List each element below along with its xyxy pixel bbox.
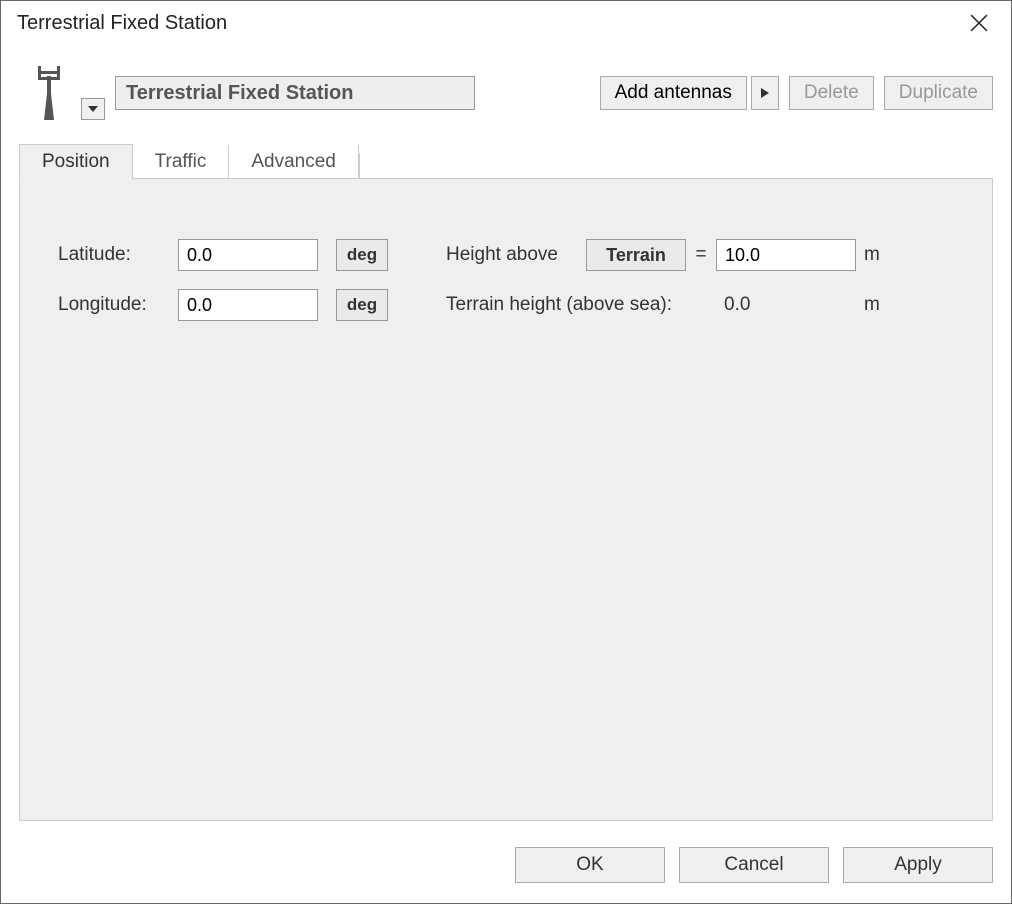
terrain-height-value: 0.0 xyxy=(716,294,856,316)
close-button[interactable] xyxy=(959,5,999,41)
longitude-unit-button[interactable]: deg xyxy=(336,289,388,321)
height-unit-label: m xyxy=(856,244,886,266)
content-area: Terrestrial Fixed Station Add antennas D… xyxy=(1,45,1011,831)
chevron-down-icon xyxy=(88,106,98,112)
latitude-unit-button[interactable]: deg xyxy=(336,239,388,271)
height-above-label: Height above xyxy=(446,244,586,266)
equals-label: = xyxy=(686,244,716,266)
tab-position[interactable]: Position xyxy=(19,144,133,180)
station-type-dropdown[interactable] xyxy=(81,98,105,120)
height-reference-button[interactable]: Terrain xyxy=(586,239,686,271)
dialog-footer: OK Cancel Apply xyxy=(1,831,1011,903)
terrain-height-label: Terrain height (above sea): xyxy=(446,294,716,316)
tab-end-separator xyxy=(359,153,360,179)
duplicate-button[interactable]: Duplicate xyxy=(884,76,993,110)
position-panel: Latitude: deg Height above Terrain = m L… xyxy=(19,178,993,821)
latitude-label: Latitude: xyxy=(58,244,178,266)
add-antennas-split-button: Add antennas xyxy=(600,76,779,110)
window-title: Terrestrial Fixed Station xyxy=(17,12,227,35)
titlebar: Terrestrial Fixed Station xyxy=(1,1,1011,45)
position-grid: Latitude: deg Height above Terrain = m L… xyxy=(58,239,954,321)
apply-button[interactable]: Apply xyxy=(843,847,993,883)
delete-button[interactable]: Delete xyxy=(789,76,874,110)
station-name-field[interactable]: Terrestrial Fixed Station xyxy=(115,76,475,110)
header-row: Terrestrial Fixed Station Add antennas D… xyxy=(19,63,993,123)
tower-icon xyxy=(27,63,71,123)
close-icon xyxy=(970,14,988,32)
latitude-input[interactable] xyxy=(178,239,318,271)
longitude-label: Longitude: xyxy=(58,294,178,316)
terrain-height-unit: m xyxy=(856,294,886,316)
add-antennas-button[interactable]: Add antennas xyxy=(600,76,747,110)
longitude-input[interactable] xyxy=(178,289,318,321)
add-antennas-menu-button[interactable] xyxy=(751,76,779,110)
header-buttons: Add antennas Delete Duplicate xyxy=(600,76,993,110)
triangle-right-icon xyxy=(761,88,769,98)
cancel-button[interactable]: Cancel xyxy=(679,847,829,883)
tab-traffic[interactable]: Traffic xyxy=(133,145,230,179)
tabs: Position Traffic Advanced xyxy=(19,143,993,179)
dialog-window: Terrestrial Fixed Station xyxy=(0,0,1012,904)
ok-button[interactable]: OK xyxy=(515,847,665,883)
tab-advanced[interactable]: Advanced xyxy=(229,145,359,179)
height-input[interactable] xyxy=(716,239,856,271)
